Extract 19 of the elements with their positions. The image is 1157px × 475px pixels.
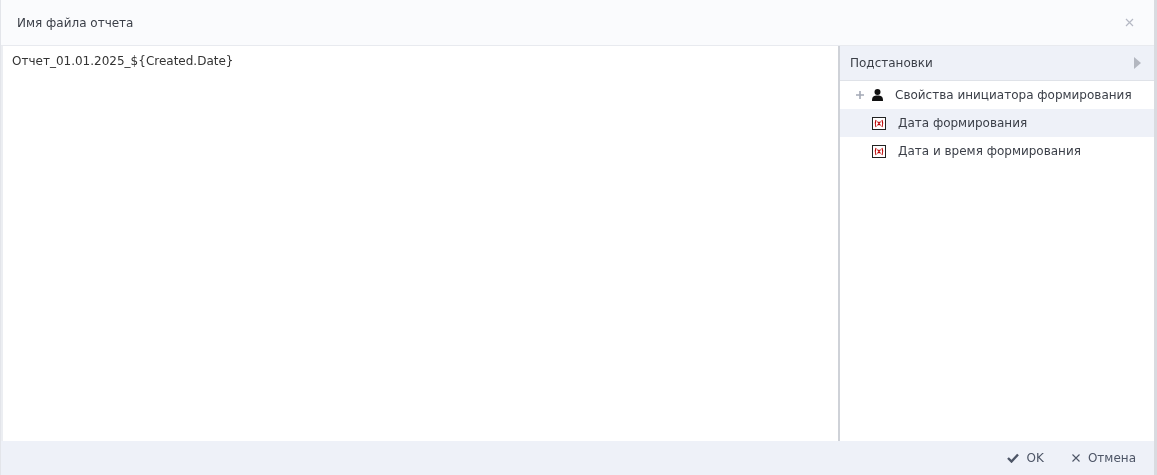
checkmark-icon (1006, 453, 1019, 463)
variable-icon (872, 144, 886, 158)
plus-icon[interactable] (856, 91, 864, 99)
ok-button[interactable]: OK (998, 447, 1052, 469)
cancel-button[interactable]: Отмена (1063, 447, 1144, 469)
expand-arrow-icon[interactable] (1134, 57, 1141, 69)
panel-title: Подстановки (850, 56, 933, 70)
tree-item-label: Дата формирования (898, 116, 1028, 130)
variable-icon (872, 116, 886, 130)
tree-item-label: Дата и время формирования (898, 144, 1081, 158)
tree-item-label: Свойства инициатора формирования (895, 88, 1132, 102)
tree-item[interactable]: Дата формирования (840, 109, 1154, 137)
tree-item[interactable]: Дата и время формирования (840, 137, 1154, 165)
person-icon (872, 89, 883, 101)
close-icon (1071, 454, 1080, 462)
text-editor[interactable]: Отчет_01.01.2025_${Created.Date} (1, 46, 840, 441)
close-icon[interactable] (1125, 18, 1134, 27)
tree-item[interactable]: Свойства инициатора формирования (840, 81, 1154, 109)
window-title: Имя файла отчета (17, 15, 134, 30)
